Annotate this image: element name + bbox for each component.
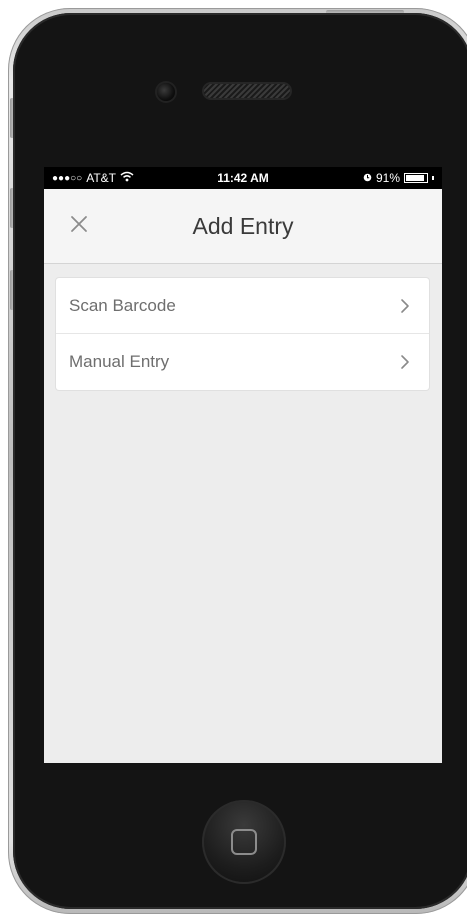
battery-icon [404, 173, 428, 183]
menu-item-scan-barcode[interactable]: Scan Barcode [56, 278, 429, 334]
menu-item-manual-entry[interactable]: Manual Entry [56, 334, 429, 390]
navigation-bar: Add Entry [44, 189, 442, 264]
entry-options-list: Scan Barcode Manual Entry [56, 278, 429, 390]
chevron-right-icon [401, 355, 409, 369]
menu-item-label: Manual Entry [69, 352, 170, 371]
status-right: 91% [363, 171, 434, 185]
status-bar: ●●●○○ AT&T 11:42 AM 91% [44, 167, 442, 189]
home-button[interactable] [202, 800, 286, 884]
home-square-icon [231, 829, 257, 855]
app-screen: ●●●○○ AT&T 11:42 AM 91% Add Entry Scan B… [44, 167, 442, 763]
front-camera [157, 83, 175, 101]
battery-percent: 91% [375, 171, 400, 185]
earpiece-speaker [204, 84, 290, 98]
alarm-icon [363, 171, 372, 185]
menu-item-label: Scan Barcode [69, 296, 176, 315]
battery-tip [432, 176, 434, 180]
battery-fill [406, 175, 425, 181]
chevron-right-icon [401, 299, 409, 313]
page-title: Add Entry [192, 213, 294, 239]
